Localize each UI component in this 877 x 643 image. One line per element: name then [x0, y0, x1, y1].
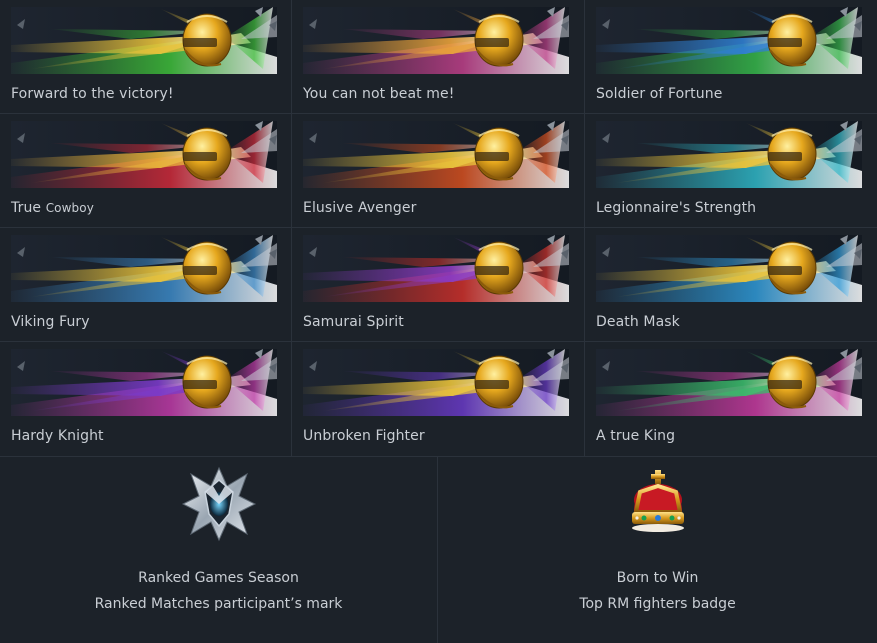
mark-card[interactable]: A true King — [585, 342, 877, 457]
mark-label: A true King — [596, 428, 676, 444]
mark-card[interactable]: Viking Fury — [0, 228, 292, 342]
mark-card[interactable]: Death Mask — [585, 228, 877, 342]
cowboy-hat-icon — [11, 121, 277, 188]
mark-card[interactable]: Elusive Avenger — [292, 114, 585, 228]
spiked-helmet-icon — [596, 121, 862, 188]
helmet-icon — [11, 7, 277, 74]
mark-label: Samurai Spirit — [303, 314, 404, 330]
mark-label: You can not beat me! — [303, 86, 455, 102]
mark-card[interactable]: Hardy Knight — [0, 342, 292, 457]
badge-subtitle: Ranked Matches participant’s mark — [94, 596, 343, 612]
mark-label: Unbroken Fighter — [303, 428, 425, 444]
mark-label: Legionnaire's Strength — [596, 200, 757, 216]
skull-mask-icon — [596, 235, 862, 302]
badges-row: Ranked Games Season Ranked Matches parti… — [0, 457, 877, 643]
crowned-helmet-icon — [596, 349, 862, 416]
headdress-icon — [303, 7, 569, 74]
marks-grid: Forward to the victory! You can not beat… — [0, 0, 877, 457]
knight-helmet-icon — [11, 349, 277, 416]
badge-title: Ranked Games Season — [138, 570, 299, 586]
mark-card[interactable]: Legionnaire's Strength — [585, 114, 877, 228]
mark-label-small: Cowboy — [45, 201, 94, 215]
mark-card[interactable]: True Cowboy — [0, 114, 292, 228]
mark-card[interactable]: You can not beat me! — [292, 0, 585, 114]
mark-label: True Cowboy — [11, 200, 94, 216]
visor-helmet-icon — [303, 121, 569, 188]
mark-label: Hardy Knight — [11, 428, 104, 444]
crown-icon — [618, 464, 698, 544]
mark-card[interactable]: Unbroken Fighter — [292, 342, 585, 457]
mark-label: Forward to the victory! — [11, 86, 174, 102]
samurai-helmet-icon — [303, 235, 569, 302]
badge-card-born-to-win[interactable]: Born to Win Top RM fighters badge — [438, 457, 877, 643]
badge-subtitle: Top RM fighters badge — [579, 596, 736, 612]
badge-card-ranked[interactable]: Ranked Games Season Ranked Matches parti… — [0, 457, 438, 643]
mark-label: Elusive Avenger — [303, 200, 417, 216]
badges-page: Forward to the victory! You can not beat… — [0, 0, 877, 643]
mark-label: Viking Fury — [11, 314, 90, 330]
mark-label: Soldier of Fortune — [596, 86, 723, 102]
mark-label-main: True — [11, 200, 42, 216]
mark-card[interactable]: Soldier of Fortune — [585, 0, 877, 114]
mark-label: Death Mask — [596, 314, 680, 330]
mask-icon — [303, 349, 569, 416]
crested-helmet-icon — [596, 7, 862, 74]
viking-helmet-icon — [11, 235, 277, 302]
mark-card[interactable]: Samurai Spirit — [292, 228, 585, 342]
mark-card[interactable]: Forward to the victory! — [0, 0, 292, 114]
badge-title: Born to Win — [616, 570, 699, 586]
ranked-emblem-icon — [179, 464, 259, 544]
